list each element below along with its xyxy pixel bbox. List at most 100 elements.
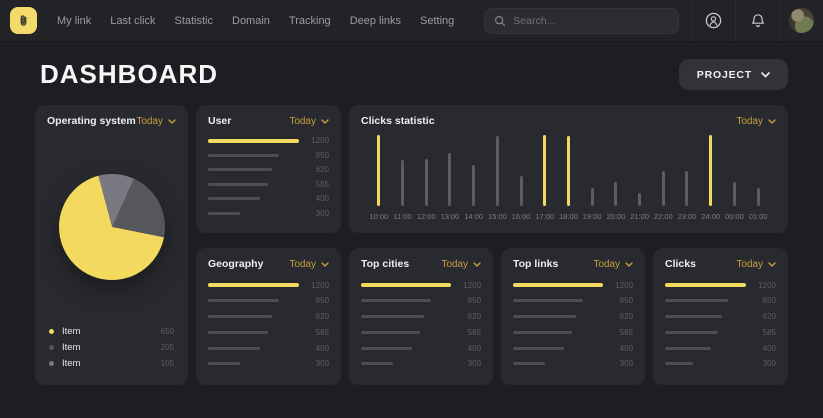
hbar-track-area [208,362,299,365]
hbar-track-area [208,331,299,334]
hbar-row: 1200 [513,281,633,290]
vbar-space [425,135,428,206]
hbar-row: 850 [665,296,776,305]
period-dropdown[interactable]: Today [289,259,329,270]
vbar [591,188,594,206]
hbar-track-area [361,362,451,365]
vbar-label: 10:00 [369,212,388,221]
hbar-value: 850 [299,151,329,160]
nav-item-deep-links[interactable]: Deep links [350,15,401,27]
vbar [638,193,641,206]
hbar-value: 620 [746,312,776,321]
hbar-value: 300 [299,359,329,368]
hbar-value: 300 [746,359,776,368]
vbar [543,135,546,206]
hbar-value: 850 [603,296,633,305]
paperclip-icon [16,13,31,28]
nav-item-statistic[interactable]: Statistic [174,15,213,27]
nav-item-my-link[interactable]: My link [57,15,91,27]
card-user: User Today 1200 850 620 585 400 300 [196,105,341,233]
hbar-row: 850 [513,296,633,305]
hbar [513,315,576,318]
hbar-row: 400 [208,194,329,203]
vbar-column: 14:00 [462,135,486,221]
project-button-label: PROJECT [697,69,752,81]
hbar [361,315,424,318]
card-operating-system: Operating system Today Item650Item205Ite… [35,105,188,385]
period-dropdown[interactable]: Today [593,259,633,270]
user-avatar [789,8,814,33]
hbar-track-area [208,299,299,302]
nav-item-setting[interactable]: Setting [420,15,454,27]
vbar-column: 17:00 [533,135,557,221]
legend-dot [49,345,54,350]
vbar-label: 16:00 [512,212,531,221]
hbar-value: 300 [299,209,329,218]
hbar-track-area [513,331,603,334]
hbar-value: 585 [299,180,329,189]
hbar-row: 850 [208,296,329,305]
vbar-space [377,135,380,206]
hbar-track-area [665,315,746,318]
hbar-track-area [361,331,451,334]
card-title: Clicks [665,258,696,270]
hbar-value: 1200 [299,281,329,290]
chevron-down-icon [168,119,176,124]
hbar-row: 400 [513,344,633,353]
legend-value: 650 [161,327,174,336]
dashboard-grid: Operating system Today Item650Item205Ite… [35,105,788,385]
vbar [425,159,428,206]
nav-item-domain[interactable]: Domain [232,15,270,27]
project-dropdown-button[interactable]: PROJECT [679,59,788,90]
hbar [208,183,268,186]
notifications-button[interactable] [735,0,779,41]
period-dropdown[interactable]: Today [736,259,776,270]
hbar-track-area [361,315,451,318]
hbar-value: 620 [299,165,329,174]
vbar [472,165,475,206]
hbar-track-area [513,347,603,350]
nav-item-last-click[interactable]: Last click [110,15,155,27]
hbar [208,315,272,318]
account-button[interactable] [691,0,735,41]
hbar [208,283,299,287]
pie-area [47,127,176,326]
vbar-space [614,135,617,206]
legend-value: 205 [161,343,174,352]
hbar-track-area [361,299,451,302]
hbar-track-area [208,154,299,157]
hbar-row: 400 [208,344,329,353]
vbar-column: 20:00 [604,135,628,221]
hbar [665,283,746,287]
hbar-row: 620 [665,312,776,321]
profile-button[interactable] [779,0,823,41]
vbar-space [567,135,570,206]
hbar [665,299,728,302]
vbar-space [496,135,499,206]
card-title: Operating system [47,115,136,127]
hbar-track-area [665,347,746,350]
period-dropdown[interactable]: Today [289,116,329,127]
nav-item-tracking[interactable]: Tracking [289,15,331,27]
app-logo[interactable] [10,7,37,34]
search-box[interactable] [484,8,679,34]
vbar-column: 23:00 [675,135,699,221]
card-geography: Geography Today 1200850620585400300 [196,248,341,385]
search-input[interactable] [513,15,669,27]
hbar-value: 585 [299,328,329,337]
hbar-row: 585 [665,328,776,337]
card-title: User [208,115,231,127]
period-dropdown[interactable]: Today [136,116,176,127]
vbar-label: 22:00 [654,212,673,221]
hbar-chart: 1200 850 620 585 400 300 [208,127,329,223]
vbar-label: 21:00 [630,212,649,221]
vbar-space [733,135,736,206]
vbar [520,176,523,206]
hbar-track-area [513,315,603,318]
period-dropdown[interactable]: Today [736,116,776,127]
hbar-value: 400 [746,344,776,353]
pie-legend: Item650Item205Item105 [47,326,176,375]
period-dropdown[interactable]: Today [441,259,481,270]
hbar-row: 1200 [208,136,329,145]
card-clicks: Clicks Today 1200850620585400300 [653,248,788,385]
